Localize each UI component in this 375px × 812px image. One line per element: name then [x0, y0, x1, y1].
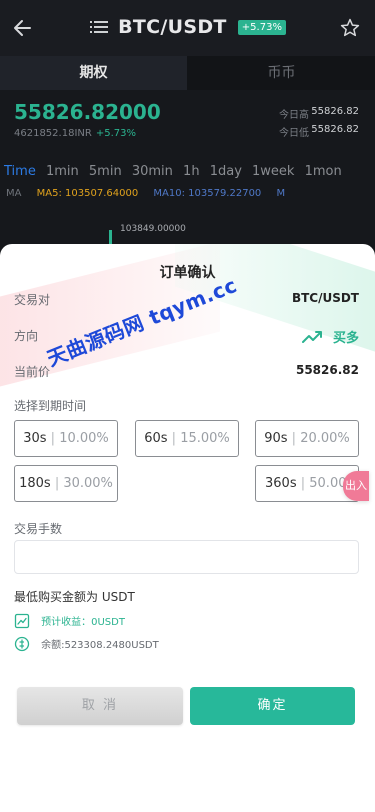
expiry-label: 选择到期时间: [14, 399, 87, 413]
ma-m-label: M: [276, 188, 286, 199]
expected-profit-row: 预计收益：0USDT: [14, 610, 125, 628]
top-bar: BTC/USDT +5.73%: [0, 0, 375, 56]
ma5-value: MA5: 103507.64000: [36, 188, 139, 199]
period-rate: 10.00%: [59, 431, 109, 446]
period-time: 360s: [265, 476, 297, 491]
ma10-value: MA10: 103579.22700: [153, 188, 262, 199]
timeframe-1h[interactable]: 1h: [183, 164, 200, 179]
floating-service-badge[interactable]: 出入: [343, 471, 369, 501]
timeframe-bar: Time 1min 5min 30min 1h 1day 1week 1mon: [4, 164, 348, 179]
order-confirm-sheet: 订单确认 交易对 BTC/USDT 方向 买多 当前价 55826.82 选择到…: [0, 244, 375, 812]
timeframe-1week[interactable]: 1week: [252, 164, 294, 179]
period-option-60s[interactable]: 60s | 15.00%: [135, 420, 239, 457]
trend-up-icon: [301, 330, 322, 343]
period-option-30s[interactable]: 30s | 10.00%: [14, 420, 118, 457]
period-rate: 30.00%: [63, 476, 113, 491]
candlestick: [109, 230, 112, 244]
tab-spot[interactable]: 币币: [188, 56, 375, 90]
change-badge: +5.73%: [237, 19, 286, 35]
timeframe-1day[interactable]: 1day: [210, 164, 242, 179]
pair-label: 交易对: [14, 293, 51, 307]
confirm-button[interactable]: 确定: [190, 687, 355, 725]
timeframe-1mon[interactable]: 1mon: [305, 164, 342, 179]
period-separator: |: [171, 431, 177, 446]
pair-title: BTC/USDT: [118, 16, 227, 38]
high-label: 今日高: [279, 110, 309, 121]
title-group[interactable]: BTC/USDT +5.73%: [0, 16, 375, 42]
period-rate: 20.00%: [300, 431, 350, 446]
lots-input[interactable]: [14, 540, 359, 574]
timeframe-1min[interactable]: 1min: [46, 164, 79, 179]
last-price: 55826.82000: [14, 100, 161, 124]
expected-profit: 预计收益：0USDT: [41, 617, 125, 628]
chart-trend-icon: [14, 613, 30, 628]
period-separator: |: [300, 476, 306, 491]
low-label: 今日低: [279, 128, 309, 139]
period-time: 30s: [23, 431, 47, 446]
tab-options[interactable]: 期权: [0, 56, 187, 90]
min-amount-text: 最低购买金额为 USDT: [14, 590, 135, 604]
balance: 余额:523308.2480USDT: [41, 640, 159, 651]
list-icon: [90, 21, 109, 33]
low-value: 55826.82: [311, 124, 359, 135]
period-time: 90s: [264, 431, 288, 446]
timeframe-30min[interactable]: 30min: [132, 164, 173, 179]
mode-tabs: 期权 币币: [0, 56, 375, 90]
period-separator: |: [291, 431, 297, 446]
chart-peak-label: 103849.00000: [120, 224, 186, 234]
direction-label: 方向: [14, 329, 39, 343]
current-price-label: 当前价: [14, 365, 51, 379]
balance-row: 余额:523308.2480USDT: [14, 633, 159, 651]
cancel-button[interactable]: 取 消: [17, 687, 183, 725]
change-percent: +5.73%: [95, 128, 136, 139]
ma-label: MA: [6, 188, 22, 199]
direction-value: 买多: [332, 331, 359, 346]
price-sub-line: 4621852.18INR +5.73%: [14, 128, 136, 139]
current-price-value: 55826.82: [295, 363, 359, 377]
period-time: 180s: [19, 476, 51, 491]
pair-value: BTC/USDT: [291, 291, 359, 305]
period-rate: 50.00: [309, 476, 347, 491]
period-separator: |: [50, 431, 56, 446]
inr-value: 4621852.18INR: [14, 128, 92, 139]
fee-label: 交易手数: [14, 522, 63, 536]
period-time: 60s: [144, 431, 168, 446]
favorite-star-icon[interactable]: [339, 17, 361, 39]
ma-indicator-row: MA MA5: 103507.64000 MA10: 103579.22700 …: [6, 188, 297, 199]
timeframe-5min[interactable]: 5min: [89, 164, 122, 179]
period-rate: 15.00%: [180, 431, 230, 446]
period-separator: |: [54, 476, 60, 491]
timeframe-time[interactable]: Time: [4, 164, 36, 179]
period-option-90s[interactable]: 90s | 20.00%: [255, 420, 359, 457]
period-option-180s[interactable]: 180s | 30.00%: [14, 465, 118, 502]
high-value: 55826.82: [311, 106, 359, 117]
sheet-title: 订单确认: [159, 265, 216, 281]
coin-icon: [14, 636, 30, 651]
direction-value-group: 买多: [301, 326, 359, 346]
